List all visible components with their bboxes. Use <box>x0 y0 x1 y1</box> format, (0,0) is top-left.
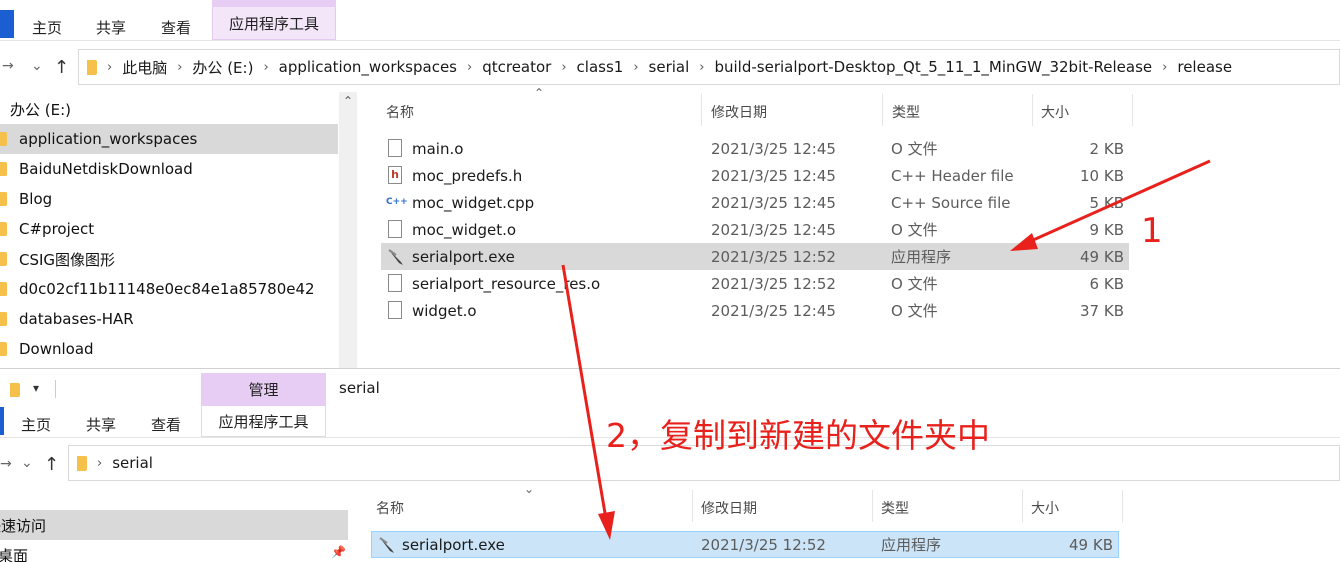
annotation-label-1: 1 <box>1141 211 1163 251</box>
annotation-arrow-1 <box>1022 161 1210 245</box>
annotation-arrowhead-1 <box>1010 233 1038 251</box>
annotation-label-2: 2，复制到新建的文件夹中 <box>606 409 990 457</box>
annotation-arrow-2 <box>563 265 607 525</box>
annotation-arrows <box>0 0 1340 561</box>
annotation-arrowhead-2 <box>598 511 615 540</box>
